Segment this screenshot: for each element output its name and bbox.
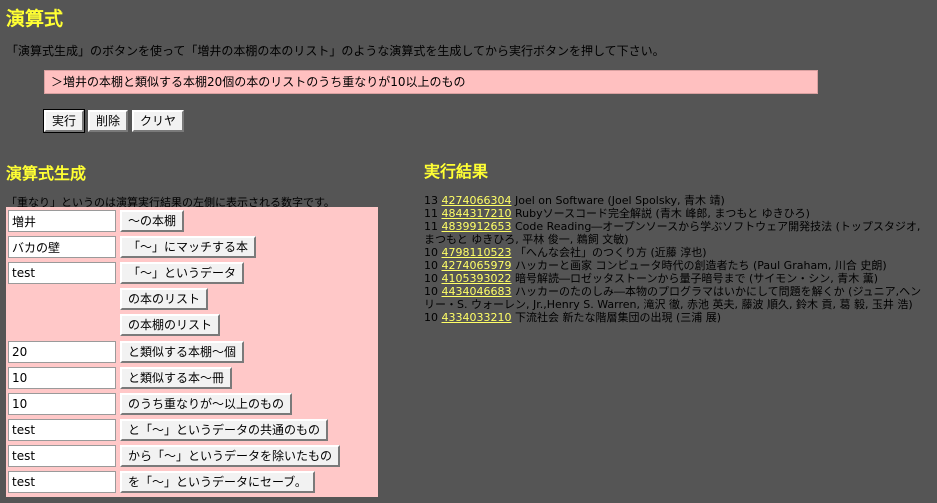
- result-count: 10: [424, 285, 438, 298]
- delete-button[interactable]: 削除: [88, 110, 129, 132]
- builder-op-button[interactable]: と類似する本〜冊: [120, 367, 233, 389]
- expression-builder-panel: 〜の本棚「〜」にマッチする本「〜」というデータの本のリストの本棚のリストと類似す…: [6, 207, 378, 497]
- builder-input[interactable]: [8, 419, 116, 441]
- result-count: 10: [424, 272, 438, 285]
- results-list: 13 4274066304 Joel on Software (Joel Spo…: [424, 194, 930, 324]
- builder-op-button[interactable]: 「〜」にマッチする本: [120, 236, 257, 258]
- expression-display: ＞増井の本棚と類似する本棚20個の本のリストのうち重なりが10以上のもの: [44, 70, 818, 94]
- builder-op-button[interactable]: 「〜」というデータ: [120, 262, 245, 284]
- result-isbn-link[interactable]: 4839912653: [442, 220, 512, 233]
- results-title: 実行結果: [424, 162, 489, 181]
- result-item: 10 4105393022 暗号解読―ロゼッタストーンから量子暗号まで (サイモ…: [424, 272, 930, 285]
- builder-op-button[interactable]: の本のリスト: [120, 288, 209, 310]
- action-bar: 実行 削除 クリヤ: [42, 109, 185, 133]
- result-title: 下流社会 新たな階層集団の出現 (三浦 展): [515, 311, 722, 324]
- builder-input[interactable]: [8, 262, 116, 284]
- builder-input[interactable]: [8, 393, 116, 415]
- builder-input[interactable]: [8, 236, 116, 258]
- result-count: 10: [424, 311, 438, 324]
- builder-input[interactable]: [8, 471, 116, 493]
- builder-op-button[interactable]: を「〜」というデータにセーブ。: [120, 471, 315, 493]
- result-title: ハッカーと画家 コンピュータ時代の創造者たち (Paul Graham, 川合 …: [515, 259, 887, 272]
- run-button[interactable]: 実行: [42, 109, 86, 133]
- result-isbn-link[interactable]: 4434046683: [442, 285, 512, 298]
- builder-input[interactable]: [8, 341, 116, 363]
- result-count: 10: [424, 259, 438, 272]
- result-title: 暗号解読―ロゼッタストーンから量子暗号まで (サイモン・シン, 青木 薫): [515, 272, 879, 285]
- result-count: 13: [424, 194, 438, 207]
- clear-button[interactable]: クリヤ: [132, 110, 185, 132]
- result-isbn-link[interactable]: 4844317210: [442, 207, 512, 220]
- result-isbn-link[interactable]: 4274065979: [442, 259, 512, 272]
- builder-title: 演算式生成: [6, 164, 87, 183]
- builder-op-button[interactable]: 〜の本棚: [120, 210, 185, 232]
- builder-op-button[interactable]: と類似する本棚〜個: [120, 341, 245, 363]
- result-count: 10: [424, 246, 438, 259]
- instructions: 「演算式生成」のボタンを使って「増井の本棚の本のリスト」のような演算式を生成して…: [6, 44, 665, 58]
- result-title: Rubyソースコード完全解説 (青木 峰郎, まつもと ゆきひろ): [515, 207, 810, 220]
- result-count: 11: [424, 207, 438, 220]
- result-item: 11 4839912653 Code Reading―オープンソースから学ぶソフ…: [424, 220, 930, 246]
- result-count: 11: [424, 220, 438, 233]
- result-isbn-link[interactable]: 4274066304: [442, 194, 512, 207]
- builder-op-button[interactable]: のうち重なりが〜以上のもの: [120, 393, 293, 415]
- builder-op-button[interactable]: から「〜」というデータを除いたもの: [120, 445, 341, 467]
- result-title: 「へんな会社」のつくり方 (近藤 淳也): [515, 246, 707, 259]
- result-isbn-link[interactable]: 4105393022: [442, 272, 512, 285]
- result-item: 10 4798110523 「へんな会社」のつくり方 (近藤 淳也): [424, 246, 930, 259]
- result-title: Joel on Software (Joel Spolsky, 青木 靖): [515, 194, 725, 207]
- result-item: 11 4844317210 Rubyソースコード完全解説 (青木 峰郎, まつも…: [424, 207, 930, 220]
- builder-op-button[interactable]: の本棚のリスト: [120, 314, 221, 336]
- result-item: 10 4334033210 下流社会 新たな階層集団の出現 (三浦 展): [424, 311, 930, 324]
- result-item: 10 4274065979 ハッカーと画家 コンピュータ時代の創造者たち (Pa…: [424, 259, 930, 272]
- result-isbn-link[interactable]: 4334033210: [442, 311, 512, 324]
- page: 演算式 「演算式生成」のボタンを使って「増井の本棚の本のリスト」のような演算式を…: [0, 0, 937, 503]
- builder-input[interactable]: [8, 445, 116, 467]
- result-isbn-link[interactable]: 4798110523: [442, 246, 512, 259]
- result-item: 13 4274066304 Joel on Software (Joel Spo…: [424, 194, 930, 207]
- result-item: 10 4434046683 ハッカーのたのしみ―本物のプログラマはいかにして問題…: [424, 285, 930, 311]
- page-title: 演算式: [6, 8, 64, 30]
- builder-input[interactable]: [8, 210, 116, 232]
- builder-input[interactable]: [8, 367, 116, 389]
- builder-op-button[interactable]: と「〜」というデータの共通のもの: [120, 419, 329, 441]
